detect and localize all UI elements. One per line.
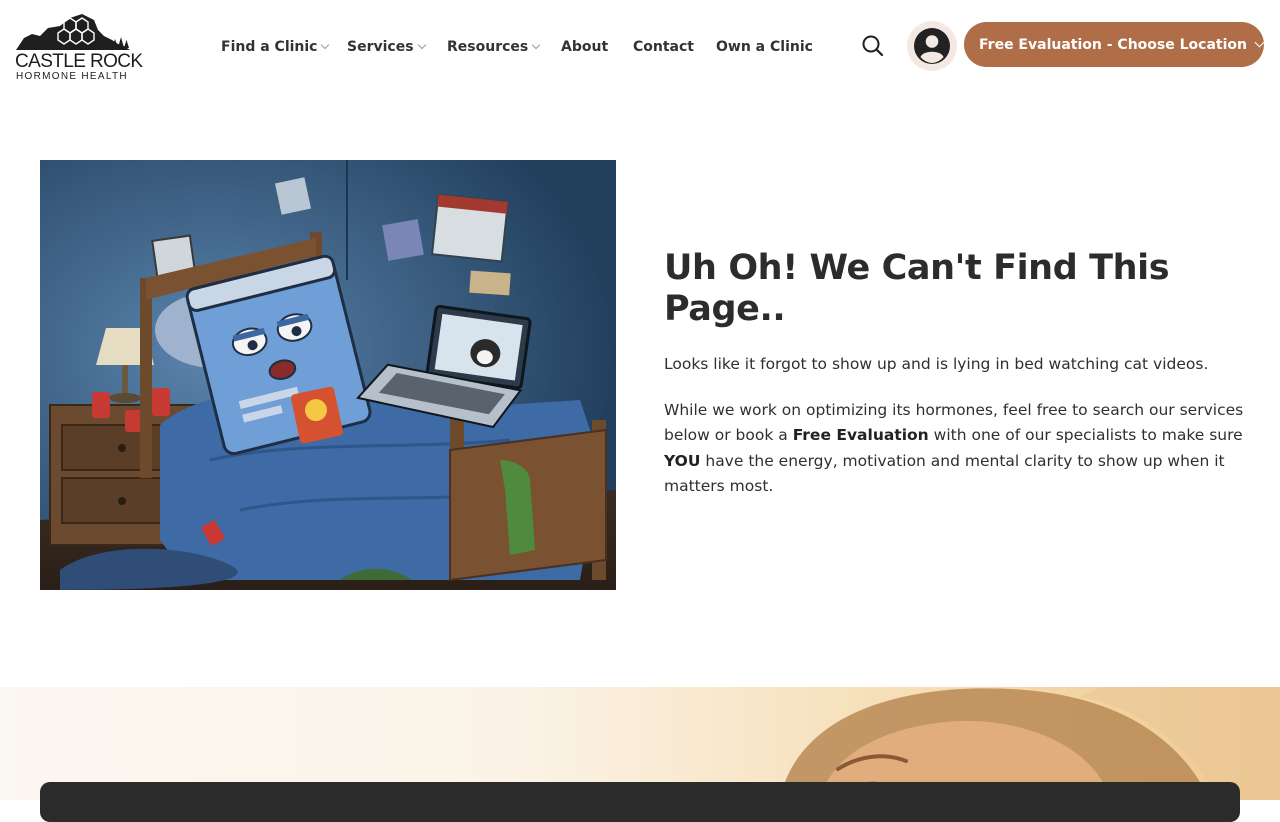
- error-description: While we work on optimizing its hormones…: [664, 398, 1254, 500]
- user-circle-icon: [914, 28, 950, 64]
- search-icon: [862, 35, 884, 57]
- nav-contact[interactable]: Contact: [633, 36, 694, 58]
- nav-label: Contact: [633, 39, 694, 55]
- site-logo[interactable]: CASTLE ROCK HORMONE HEALTH: [14, 10, 143, 84]
- error-subtitle: Looks like it forgot to show up and is l…: [664, 355, 1209, 373]
- you-emphasis: YOU: [664, 451, 701, 470]
- nav-label: Services: [347, 39, 414, 55]
- description-text: have the energy, motivation and mental c…: [664, 451, 1225, 496]
- chevron-down-icon: [417, 40, 426, 50]
- error-illustration: [40, 160, 616, 590]
- site-header: CASTLE ROCK HORMONE HEALTH Find a Clinic…: [0, 0, 1280, 92]
- nav-own-a-clinic[interactable]: Own a Clinic: [716, 36, 813, 58]
- nav-label: About: [561, 39, 609, 55]
- logo-wordmark: CASTLE ROCK: [15, 51, 143, 72]
- logo-tagline: HORMONE HEALTH: [16, 71, 128, 82]
- nav-resources[interactable]: Resources: [447, 36, 541, 58]
- page-title: Uh Oh! We Can't Find This Page..: [664, 248, 1170, 329]
- free-evaluation-emphasis: Free Evaluation: [792, 426, 929, 444]
- nav-label: Own a Clinic: [716, 39, 813, 55]
- nav-about[interactable]: About: [561, 36, 608, 58]
- search-panel: [40, 782, 1240, 822]
- search-button[interactable]: [860, 33, 886, 59]
- error-copy: Uh Oh! We Can't Find This Page.. Looks l…: [664, 248, 1254, 500]
- cta-label: Free Evaluation - Choose Location: [979, 36, 1247, 53]
- nav-label: Resources: [447, 39, 529, 55]
- nav-label: Find a Clinic: [221, 39, 318, 55]
- nav-services[interactable]: Services: [347, 36, 426, 58]
- chevron-down-icon: [1254, 37, 1265, 47]
- chevron-down-icon: [321, 40, 330, 50]
- account-button[interactable]: [907, 21, 957, 71]
- free-evaluation-button[interactable]: Free Evaluation - Choose Location: [964, 22, 1265, 67]
- castle-rock-logo-icon: [16, 14, 130, 50]
- description-text: with one of our specialists to make sure: [928, 426, 1243, 444]
- sick-webpage-in-bed-illustration: [40, 160, 616, 590]
- nav-find-a-clinic[interactable]: Find a Clinic: [221, 36, 330, 58]
- chevron-down-icon: [531, 40, 541, 50]
